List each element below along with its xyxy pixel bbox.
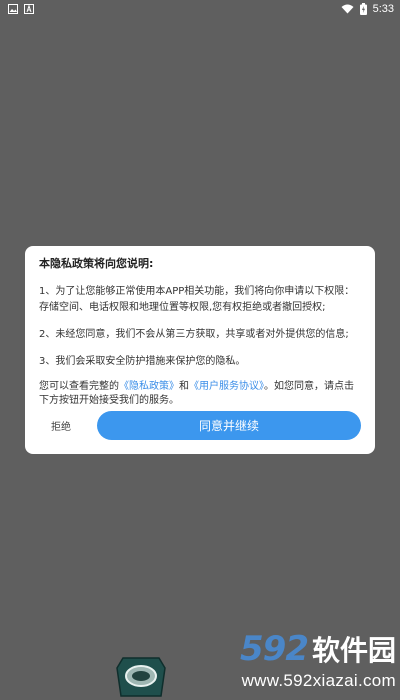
status-bar-right: 5:33: [341, 3, 394, 15]
privacy-policy-link[interactable]: 《隐私政策》: [119, 381, 179, 392]
policy-prefix-text: 您可以查看完整的: [39, 381, 119, 392]
watermark-url: www.592xiazai.com: [241, 671, 396, 690]
battery-icon: [359, 3, 367, 15]
policy-links-paragraph: 您可以查看完整的《隐私政策》和《用户服务协议》。如您同意，请点击下方按钮开始接受…: [39, 380, 361, 408]
watermark-name: 软件园: [311, 634, 396, 667]
dialog-title: 本隐私政策将向您说明:: [39, 257, 154, 270]
status-bar: 5:33: [0, 0, 400, 18]
watermark-brand: 592 软件园: [196, 630, 396, 670]
user-agreement-link[interactable]: 《用户服务协议》: [189, 381, 264, 392]
status-bar-left: [8, 4, 34, 14]
app-logo-icon: [115, 654, 167, 700]
and-text: 和: [179, 381, 189, 392]
protection-paragraph: 3、我们会采取安全防护措施来保护您的隐私。: [39, 356, 246, 367]
privacy-dialog: 本隐私政策将向您说明: 1、为了让您能够正常使用本APP相关功能，我们将向你申请…: [25, 246, 375, 454]
status-time: 5:33: [372, 3, 394, 15]
reject-button[interactable]: 拒绝: [39, 418, 83, 433]
dialog-actions: 拒绝 同意并继续: [39, 410, 361, 440]
permission-paragraph: 1、为了让您能够正常使用本APP相关功能，我们将向你申请以下权限：存储空间、电话…: [39, 286, 355, 313]
watermark-number: 592: [240, 629, 309, 669]
image-icon: [8, 4, 18, 14]
site-watermark: 592 软件园 www.592xiazai.com: [196, 630, 396, 696]
agree-continue-button[interactable]: 同意并继续: [97, 410, 361, 440]
wifi-icon: [341, 4, 354, 14]
third-party-paragraph: 2、未经您同意，我们不会从第三方获取，共享或者对外提供您的信息;: [39, 329, 349, 340]
text-a-icon: [24, 4, 34, 14]
